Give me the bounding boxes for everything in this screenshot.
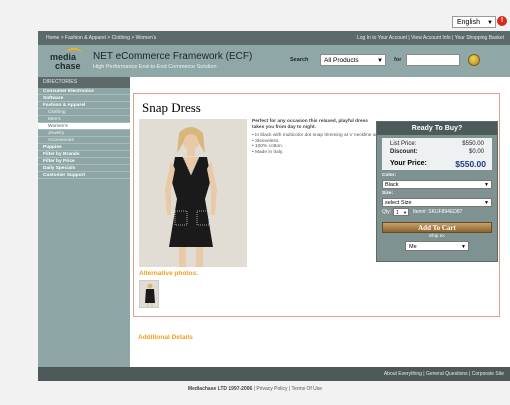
footer-bar: About Everything | General Questions | C… xyxy=(38,367,510,381)
sidebar-item-accessories[interactable]: Accessories xyxy=(38,137,130,144)
ship-to-label: Ship to: xyxy=(428,234,446,239)
size-value: select Size xyxy=(385,200,412,206)
search-input[interactable] xyxy=(406,54,460,66)
chevron-down-icon: ▼ xyxy=(403,210,407,215)
chevron-down-icon: ▼ xyxy=(487,20,493,26)
search-category-select[interactable]: All Products ▼ xyxy=(320,54,386,66)
site-subtitle: High Performance End-to-End Commerce Sol… xyxy=(93,64,217,70)
qty-label: Qty: xyxy=(382,209,392,215)
ship-to-select[interactable]: Me ▼ xyxy=(405,241,469,251)
sidebar-item-puppies[interactable]: Puppies xyxy=(38,144,130,151)
list-price-value: $550.00 xyxy=(462,141,484,147)
list-price-label: List Price: xyxy=(390,141,417,147)
color-label: Color: xyxy=(382,173,397,178)
copyright: Mediachase LTD 1997-2006 | Privacy Polic… xyxy=(0,386,510,392)
size-select[interactable]: select Size ▼ xyxy=(382,198,492,207)
breadcrumb[interactable]: Home > Fashion & Apparel > Clothing > Wo… xyxy=(46,31,156,45)
sidebar-item-filter-brands[interactable]: Filter by Brands xyxy=(38,151,130,158)
qty-select[interactable]: 1 ▼ xyxy=(393,208,409,216)
directories-title: DIRECTORIES xyxy=(38,77,130,88)
your-price-value: $550.00 xyxy=(455,159,486,169)
search-category-value: All Products xyxy=(324,57,359,64)
browser-page: English ▼ ! Home > Fashion & Apparel > C… xyxy=(0,0,510,405)
chevron-down-icon: ▼ xyxy=(377,58,383,64)
sidebar-item-daily-specials[interactable]: Daily Specials xyxy=(38,165,130,172)
chevron-down-icon: ▼ xyxy=(461,244,466,250)
alternative-photo-thumb[interactable] xyxy=(139,280,159,308)
product-photo[interactable] xyxy=(139,119,247,267)
sidebar-item-jewelry[interactable]: Jewelry xyxy=(38,130,130,137)
language-value: English xyxy=(457,19,480,26)
account-links[interactable]: Log In to Your Account | View Account In… xyxy=(357,31,504,45)
sidebar-item-fashion-apparel[interactable]: Fashion & Apparel xyxy=(38,102,130,109)
ship-to-value: Me xyxy=(409,244,417,250)
product-description: Perfect for any occasion this relaxed, p… xyxy=(252,119,413,156)
search-go-button[interactable] xyxy=(468,54,480,66)
buy-box-title: Ready To Buy? xyxy=(377,122,497,135)
sidebar-item-mens[interactable]: Men's xyxy=(38,116,130,123)
sidebar-item-clothing[interactable]: Clothing xyxy=(38,109,130,116)
alternative-photos-title: Alternative photos: xyxy=(139,270,199,277)
additional-details-title: Additional Details xyxy=(138,334,193,341)
site-title: NET eCommerce Framework (ECF) xyxy=(93,51,253,62)
color-value: Black xyxy=(385,182,399,188)
discount-label: Discount: xyxy=(390,149,418,155)
for-label: for xyxy=(394,57,402,63)
add-to-cart-button[interactable]: Add To Cart xyxy=(382,222,492,233)
dress-model-image xyxy=(139,119,247,267)
price-summary: List Price: $550.00 Discount: $0.00 Your… xyxy=(382,138,492,170)
sidebar-item-software[interactable]: Software xyxy=(38,95,130,102)
logo-text-bottom: chase xyxy=(55,61,81,71)
top-nav-bar: Home > Fashion & Apparel > Clothing > Wo… xyxy=(38,31,510,45)
language-select[interactable]: English ▼ xyxy=(452,16,496,28)
buy-box: Ready To Buy? List Price: $550.00 Discou… xyxy=(376,121,498,262)
help-icon[interactable]: ! xyxy=(497,16,507,26)
description-lead: Perfect for any occasion this relaxed, p… xyxy=(252,119,368,130)
search-label: Search xyxy=(290,57,309,63)
sidebar-item-womens[interactable]: Women's xyxy=(38,123,130,130)
sidebar-item-customer-support[interactable]: Customer Support xyxy=(38,172,130,179)
product-title: Snap Dress xyxy=(142,100,201,115)
thumb-image xyxy=(140,281,158,307)
copyright-links[interactable]: | Privacy Policy | Terms Of Use xyxy=(254,386,322,392)
chevron-down-icon: ▼ xyxy=(484,182,489,188)
item-number: Item#: SKUF894ED87 xyxy=(413,209,463,215)
size-label: Size: xyxy=(382,191,394,196)
footer-links[interactable]: About Everything | General Questions | C… xyxy=(384,367,504,381)
color-select[interactable]: Black ▼ xyxy=(382,180,492,189)
description-bullet: • Made in Italy. xyxy=(252,149,284,155)
qty-value: 1 xyxy=(396,210,399,216)
your-price-label: Your Price: xyxy=(390,160,427,167)
sidebar-item-filter-price[interactable]: Filter by Price xyxy=(38,158,130,165)
product-panel: Snap Dress Perfect for any occasion this… xyxy=(133,93,500,317)
chevron-down-icon: ▼ xyxy=(484,200,489,206)
site-header: media chase NET eCommerce Framework (ECF… xyxy=(38,45,510,77)
main-content: Snap Dress Perfect for any occasion this… xyxy=(130,77,510,367)
sidebar: DIRECTORIES Consumer Electronics Softwar… xyxy=(38,77,130,367)
copyright-company: Mediachase LTD 1997-2006 xyxy=(187,386,253,392)
mediachase-logo[interactable]: media chase xyxy=(50,48,86,72)
sidebar-item-consumer-electronics[interactable]: Consumer Electronics xyxy=(38,88,130,95)
discount-value: $0.00 xyxy=(468,149,484,155)
